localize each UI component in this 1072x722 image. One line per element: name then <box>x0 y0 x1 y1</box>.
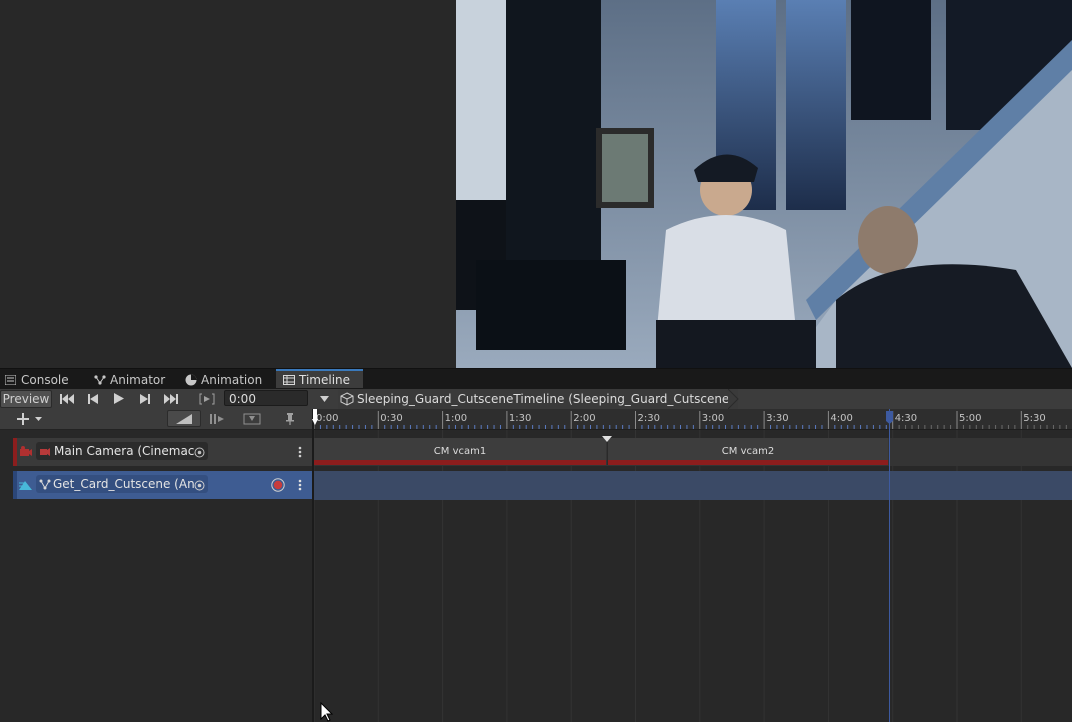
ruler-label: 1:30 <box>509 413 531 424</box>
track-menu-icon[interactable] <box>298 446 302 458</box>
previous-frame-icon <box>88 393 98 404</box>
time-format-dropdown[interactable] <box>314 390 334 407</box>
tab-label: Animation <box>201 372 263 387</box>
pin-icon <box>286 412 294 425</box>
record-button[interactable] <box>271 478 285 492</box>
breadcrumb[interactable]: Sleeping_Guard_CutsceneTimeline (Sleepin… <box>340 389 734 409</box>
ruler-label: 3:30 <box>766 413 788 424</box>
ruler-label: 5:00 <box>959 413 981 424</box>
play-range-icon <box>199 393 215 404</box>
blend-marker-icon <box>602 436 612 442</box>
add-track-button[interactable] <box>14 410 46 427</box>
ripple-mode-icon <box>210 413 224 424</box>
object-picker-icon[interactable] <box>194 480 205 491</box>
tab-label: Animator <box>110 372 166 387</box>
chevron-down-icon <box>319 395 329 402</box>
ruler-label: 5:30 <box>1023 413 1045 424</box>
cinemachine-track-icon <box>20 446 32 456</box>
tab-label: Timeline <box>299 372 351 387</box>
breadcrumb-arrow-icon <box>728 389 739 409</box>
animation-icon <box>184 373 197 386</box>
animation-track-icon <box>19 481 32 490</box>
playhead-handle-icon[interactable] <box>312 409 320 429</box>
clip-edit-mode-mix-button[interactable] <box>167 410 201 427</box>
track-menu-icon[interactable] <box>298 479 302 491</box>
object-picker-icon[interactable] <box>194 447 205 458</box>
track-binding-field[interactable]: Get_Card_Cutscene (An <box>36 475 208 493</box>
clip-cm-vcam1[interactable]: CM vcam1 <box>314 438 606 465</box>
current-time-field[interactable]: 0:00 <box>224 390 308 406</box>
ruler-label: 2:00 <box>573 413 595 424</box>
play-range-button[interactable] <box>196 390 218 407</box>
track-header-main-camera[interactable]: Main Camera (Cinemac <box>13 438 312 466</box>
clip-edit-mode-ripple-button[interactable] <box>204 410 232 427</box>
tab-animation[interactable]: Animation <box>184 369 262 390</box>
tab-console[interactable]: Console <box>4 369 69 390</box>
track-toolbar <box>0 409 312 430</box>
console-icon <box>4 373 17 386</box>
ruler-label: 3:00 <box>702 413 724 424</box>
next-frame-icon <box>140 393 150 404</box>
goto-start-icon <box>60 393 74 404</box>
window-tab-bar: Console Animator Animation Timeline <box>0 368 1072 390</box>
previous-frame-button[interactable] <box>82 390 104 407</box>
timeline-icon <box>282 373 295 386</box>
preview-button[interactable]: Preview <box>0 390 52 408</box>
snap-pin-button[interactable] <box>280 410 300 427</box>
clip-label: CM vcam2 <box>721 446 775 457</box>
ruler-label: 2:30 <box>638 413 660 424</box>
ruler-label: 4:30 <box>895 413 917 424</box>
clip-cm-vcam2[interactable]: CM vcam2 <box>607 438 888 465</box>
next-frame-button[interactable] <box>134 390 156 407</box>
track-header-get-card-cutscene[interactable]: Get_Card_Cutscene (An <box>13 471 312 499</box>
play-icon <box>114 393 124 404</box>
track-binding-name: Main Camera (Cinemac <box>54 444 195 458</box>
track-list: Main Camera (Cinemac Get_Card_Cutscene (… <box>0 430 312 722</box>
tab-label: Console <box>21 372 69 387</box>
animator-icon <box>93 373 106 386</box>
ruler-label: 1:00 <box>445 413 467 424</box>
prefab-cube-icon <box>340 392 354 406</box>
track-row-get-card-cutscene[interactable] <box>313 471 1072 500</box>
scene-panel <box>0 0 456 368</box>
clip-edit-mode-replace-button[interactable] <box>238 410 266 427</box>
play-button[interactable] <box>108 390 130 407</box>
time-ruler[interactable]: 0:00 0:30 1:00 1:30 2:00 2:30 3:00 3:30 4:00 4:30… <box>313 409 1072 430</box>
track-binding-name: Get_Card_Cutscene (An <box>53 477 195 491</box>
clip-label: CM vcam1 <box>433 446 487 457</box>
time-ruler-ticks: 0:00 0:30 1:00 1:30 2:00 2:30 3:00 3:30 4:00 4:30… <box>313 411 1067 429</box>
clips-area[interactable]: CM vcam1 CM vcam2 <box>313 409 1072 722</box>
ruler-label: 4:00 <box>830 413 852 424</box>
mouse-cursor-icon <box>320 702 334 722</box>
timeline-asset-name: Sleeping_Guard_CutsceneTimeline (Sleepin… <box>357 392 734 406</box>
replace-mode-icon <box>243 413 261 424</box>
timeline-end-marker <box>889 409 890 722</box>
timeline-toolbar: Preview 0:00 Sleeping_Guard_CutsceneTime… <box>0 389 1072 410</box>
tab-animator[interactable]: Animator <box>93 369 165 390</box>
game-view-render <box>456 0 1072 368</box>
goto-end-icon <box>164 393 178 404</box>
mix-mode-icon <box>176 413 192 424</box>
game-view <box>456 0 1072 368</box>
add-plus-icon <box>17 412 42 425</box>
goto-start-button[interactable] <box>56 390 78 407</box>
camera-object-icon <box>40 447 50 456</box>
ruler-label: 0:30 <box>380 413 402 424</box>
track-binding-field[interactable]: Main Camera (Cinemac <box>36 442 208 460</box>
animator-object-icon <box>39 479 51 489</box>
clip-bar <box>608 460 888 465</box>
clip-bar <box>314 460 606 465</box>
tab-timeline[interactable]: Timeline <box>276 369 363 388</box>
panel-divider[interactable] <box>312 409 314 722</box>
goto-end-button[interactable] <box>160 390 182 407</box>
